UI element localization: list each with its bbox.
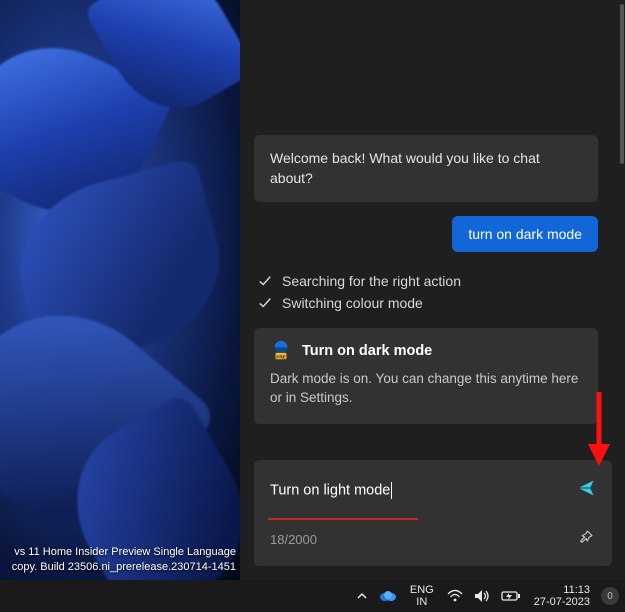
svg-text:PRE: PRE (276, 355, 285, 360)
pin-icon (578, 529, 594, 545)
notification-count: 0 (607, 591, 613, 602)
character-counter: 18/2000 (270, 532, 317, 547)
copilot-chat-panel: Welcome back! What would you like to cha… (240, 0, 625, 580)
chat-input[interactable]: Turn on light mode (270, 482, 572, 499)
assistant-message-text: Welcome back! What would you like to cha… (270, 150, 540, 186)
clock-date: 27-07-2023 (534, 596, 590, 608)
step-item: Switching colour mode (258, 292, 618, 314)
chevron-up-icon (356, 590, 368, 602)
notifications-button[interactable]: 0 (601, 587, 619, 605)
speaker-icon (474, 589, 490, 603)
wifi-icon (447, 589, 463, 603)
wifi-tray-icon[interactable] (445, 580, 465, 612)
action-steps: Searching for the right action Switching… (254, 270, 618, 314)
language-indicator[interactable]: ENG IN (406, 584, 438, 608)
step-label: Switching colour mode (282, 295, 423, 311)
send-button[interactable] (572, 474, 600, 507)
action-card-title: Turn on dark mode (302, 343, 432, 359)
windows-watermark: vs 11 Home Insider Preview Single Langua… (0, 545, 240, 574)
user-message-text: turn on dark mode (468, 226, 582, 242)
pin-button[interactable] (574, 525, 598, 554)
onedrive-tray-icon[interactable] (377, 580, 399, 612)
scrollbar-thumb[interactable] (620, 4, 624, 164)
step-label: Searching for the right action (282, 273, 461, 289)
assistant-message: Welcome back! What would you like to cha… (254, 135, 598, 202)
chat-input-box: Turn on light mode 18/2000 (254, 460, 612, 566)
action-app-icon: PRE (270, 340, 292, 362)
lang-top: ENG (410, 584, 434, 596)
clock[interactable]: 11:13 27-07-2023 (530, 584, 594, 608)
user-message: turn on dark mode (452, 216, 598, 252)
tray-overflow[interactable] (354, 580, 370, 612)
action-card-body: Dark mode is on. You can change this any… (270, 370, 582, 408)
taskbar: ENG IN 11:13 27-07-2023 0 (0, 580, 625, 612)
cloud-icon (379, 590, 397, 602)
volume-tray-icon[interactable] (472, 580, 492, 612)
clock-time: 11:13 (534, 584, 590, 596)
battery-tray-icon[interactable] (499, 580, 523, 612)
check-icon (258, 274, 272, 288)
desktop-wallpaper (0, 0, 240, 580)
watermark-line2: copy. Build 23506.ni_prerelease.230714-1… (0, 560, 236, 574)
lang-bottom: IN (410, 596, 434, 608)
action-result-card[interactable]: PRE Turn on dark mode Dark mode is on. Y… (254, 328, 598, 424)
watermark-line1: vs 11 Home Insider Preview Single Langua… (0, 545, 236, 559)
send-icon (576, 478, 596, 498)
chat-input-value: Turn on light mode (270, 482, 390, 498)
step-item: Searching for the right action (258, 270, 618, 292)
text-caret (391, 482, 392, 499)
spellcheck-underline (268, 518, 418, 520)
check-icon (258, 296, 272, 310)
battery-icon (501, 590, 521, 602)
